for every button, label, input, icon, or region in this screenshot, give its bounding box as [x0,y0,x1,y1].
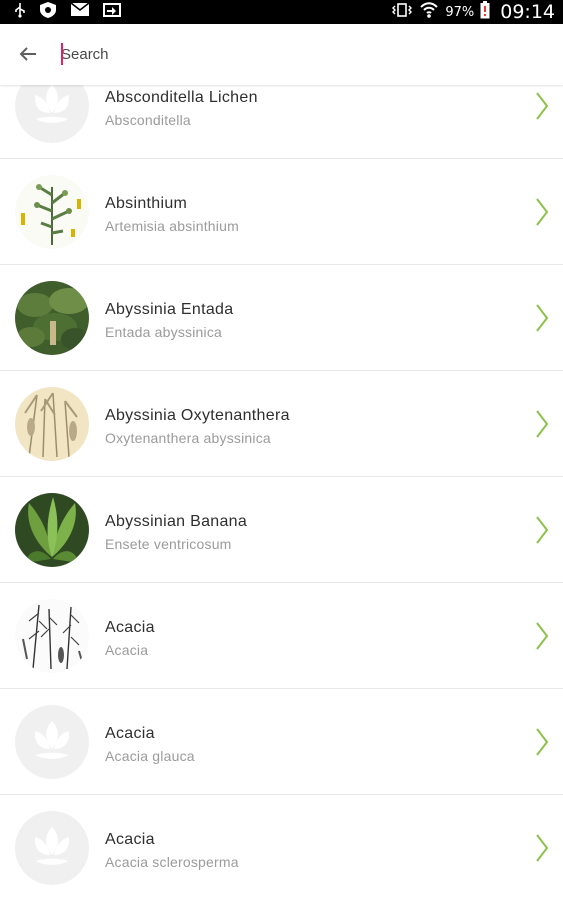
plant-common-name: Acacia [105,831,155,848]
back-button[interactable] [14,40,42,68]
plant-scientific-name: Entada abyssinica [105,324,223,340]
chevron-right-icon [536,516,549,544]
placeholder-plant-icon [15,705,89,779]
plant-thumbnail [15,387,89,461]
plant-scientific-name: Ensete ventricosum [105,536,232,552]
screen-cast-icon [102,2,122,23]
plant-common-name: Abyssinia Oxytenanthera [105,407,290,424]
plant-scientific-name: Acacia sclerosperma [105,854,239,870]
chevron-right-icon [536,304,549,332]
back-arrow-icon [19,47,36,61]
placeholder-plant-icon [15,85,89,143]
chevron-right-icon [536,92,549,120]
plant-common-name: Absconditella Lichen [105,89,258,106]
chevron-right-icon [536,834,549,862]
status-bar: 97% 09:14 [0,0,563,24]
search-input[interactable] [61,42,501,66]
wifi-icon [419,1,439,24]
plant-common-name: Acacia [105,725,155,742]
battery-percent: 97% [445,4,475,20]
usb-icon [14,2,26,23]
plant-scientific-name: Acacia [105,642,149,658]
list-item[interactable]: Abyssinia Oxytenanthera Oxytenanthera ab… [0,371,563,477]
plant-scientific-name: Absconditella [105,112,191,128]
plant-scientific-name: Acacia glauca [105,748,195,764]
list-item[interactable]: Acacia Acacia sclerosperma [0,795,563,900]
plant-thumbnail [15,599,89,673]
list-item[interactable]: Acacia Acacia [0,583,563,689]
list-item[interactable]: Abyssinia Entada Entada abyssinica [0,265,563,371]
plant-scientific-name: Artemisia absinthium [105,218,239,234]
list-item[interactable]: Absinthium Artemisia absinthium [0,159,563,265]
search-bar [0,24,563,85]
chevron-right-icon [536,622,549,650]
plant-thumbnail [15,493,89,567]
shield-icon [38,1,58,24]
list-item[interactable]: Acacia Acacia glauca [0,689,563,795]
text-cursor [61,43,63,65]
chevron-right-icon [536,410,549,438]
vibrate-icon [391,2,413,22]
chevron-right-icon [536,198,549,226]
plant-list: Absconditella Lichen Absconditella Absin… [0,85,563,900]
list-item[interactable]: Absconditella Lichen Absconditella [0,85,563,159]
chevron-right-icon [536,728,549,756]
list-item[interactable]: Abyssinian Banana Ensete ventricosum [0,477,563,583]
plant-common-name: Abyssinia Entada [105,301,234,318]
plant-scientific-name: Oxytenanthera abyssinica [105,430,271,446]
plant-common-name: Absinthium [105,195,188,212]
mail-icon [70,2,90,22]
battery-icon [480,0,490,24]
clock: 09:14 [500,1,555,23]
plant-thumbnail [15,175,89,249]
placeholder-plant-icon [15,811,89,885]
plant-common-name: Abyssinian Banana [105,513,248,530]
plant-thumbnail [15,281,89,355]
plant-common-name: Acacia [105,619,155,636]
